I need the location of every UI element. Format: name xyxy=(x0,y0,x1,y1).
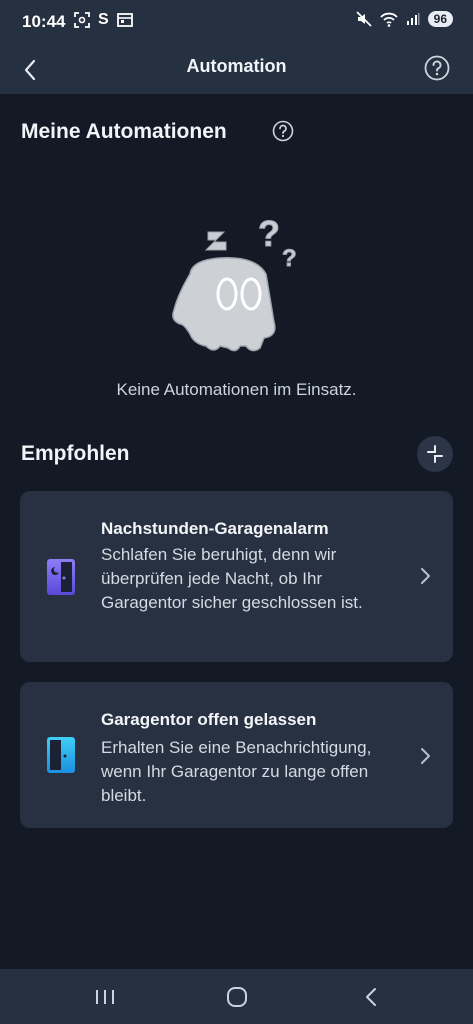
recommendation-card[interactable]: Garagentor offen gelassen Erhalten Sie e… xyxy=(20,682,453,828)
chevron-left-icon xyxy=(366,988,376,1006)
collapse-icon xyxy=(427,445,443,463)
my-automations-title: Meine Automationen xyxy=(21,120,227,143)
card-description: Erhalten Sie eine Benachrichtigung, wenn… xyxy=(101,738,372,805)
home-button[interactable] xyxy=(222,985,252,1009)
app-bar: Automation xyxy=(0,44,473,94)
screenshot-icon xyxy=(74,12,90,28)
signal-icon xyxy=(406,13,420,25)
door-moon-icon xyxy=(47,559,75,595)
back-nav-button[interactable] xyxy=(356,985,386,1009)
collapse-button[interactable] xyxy=(417,436,453,472)
status-time: 10:44 xyxy=(22,12,66,31)
wifi-icon xyxy=(379,12,398,27)
help-circle-icon[interactable] xyxy=(272,120,294,142)
help-button[interactable] xyxy=(421,52,453,84)
chevron-right-icon xyxy=(421,748,430,764)
recent-apps-icon xyxy=(96,990,114,1004)
door-open-icon xyxy=(47,737,75,773)
sleepy-ghost-illustration: ? ? xyxy=(172,214,297,352)
card-description: Schlafen Sie beruhigt, denn wir überprüf… xyxy=(101,545,363,612)
card-title: Nachstunden-Garagenalarm xyxy=(101,519,329,538)
page-title: Automation xyxy=(186,56,287,76)
recent-apps-button[interactable] xyxy=(90,985,120,1009)
battery-level: 96 xyxy=(427,11,453,27)
empty-state-text: Keine Automationen im Einsatz. xyxy=(116,380,357,399)
card-title: Garagentor offen gelassen xyxy=(101,710,317,729)
svg-text:?: ? xyxy=(258,214,280,254)
mute-icon xyxy=(356,11,372,27)
help-circle-icon xyxy=(424,55,450,81)
home-icon xyxy=(227,987,247,1007)
recommendation-card[interactable]: Nachstunden-Garagenalarm Schlafen Sie be… xyxy=(20,491,453,662)
calendar-icon xyxy=(116,13,133,27)
recommended-title: Empfohlen xyxy=(21,442,130,465)
svg-text:?: ? xyxy=(282,245,297,272)
s-app-icon: S xyxy=(98,11,109,28)
status-bar: 10:44 S 96 xyxy=(0,0,473,44)
chevron-right-icon xyxy=(421,568,430,584)
system-nav-bar xyxy=(0,969,473,1024)
